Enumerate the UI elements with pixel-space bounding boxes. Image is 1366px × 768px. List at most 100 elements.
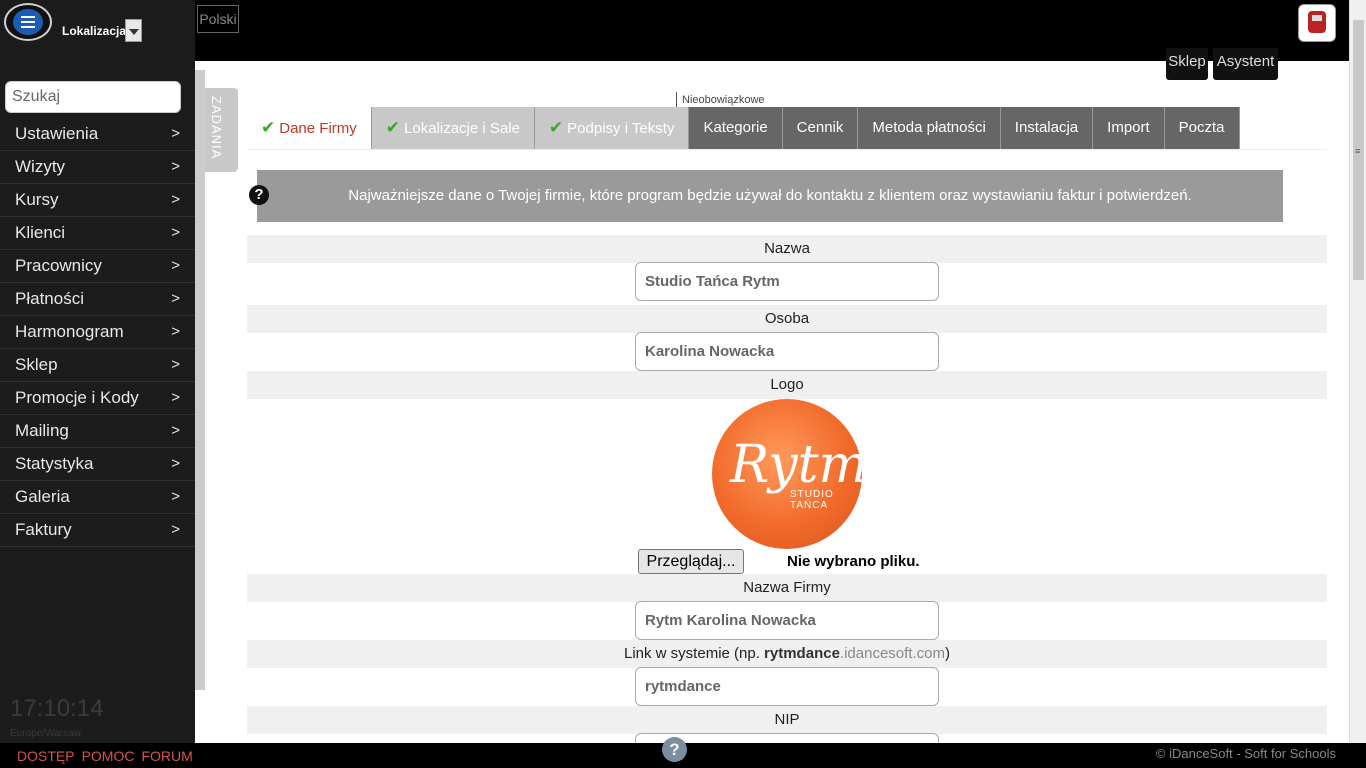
sidebar-item-faktury[interactable]: Faktury > — [0, 514, 195, 547]
check-icon: ✔ — [385, 118, 401, 137]
browse-button[interactable]: Przeglądaj... — [638, 549, 744, 574]
tab-label: Podpisy i Teksty — [567, 120, 675, 137]
link-label-subdomain: rytmdance — [764, 645, 840, 662]
no-file-text: Nie wybrano pliku. — [787, 553, 920, 570]
chevron-right-icon: > — [171, 257, 180, 274]
user-avatar-icon[interactable] — [1298, 4, 1336, 42]
sidebar-item-sklep[interactable]: Sklep > — [0, 349, 195, 382]
settings-tabs: ✔ Dane Firmy ✔ Lokalizacje i Sale ✔ Podpisy… — [247, 107, 1240, 149]
sidebar-nav: Ustawienia > Wizyty > Kursy > Klienci > Prac… — [0, 118, 195, 547]
sidebar-item-wizyty[interactable]: Wizyty > — [0, 151, 195, 184]
sidebar-item-label: Mailing — [15, 421, 69, 440]
check-icon: ✔ — [261, 118, 276, 137]
chevron-right-icon: > — [171, 191, 180, 208]
location-dropdown[interactable] — [125, 19, 142, 42]
chevron-right-icon: > — [171, 125, 180, 142]
logo-subtext: STUDIO TAŃCA — [790, 489, 834, 511]
bottom-help-icon[interactable]: ? — [662, 737, 687, 762]
sidebar-item-pracownicy[interactable]: Pracownicy > — [0, 250, 195, 283]
sidebar-item-label: Klienci — [15, 223, 66, 242]
name-label: Nazwa — [247, 235, 1327, 263]
help-link[interactable]: POMOC — [82, 748, 135, 764]
zadania-strip — [195, 70, 205, 690]
sidebar-item-promocje[interactable]: Promocje i Kody > — [0, 382, 195, 415]
chevron-right-icon: > — [171, 389, 180, 406]
tasks-tab-label: ZADANIA — [209, 96, 224, 160]
search-input[interactable] — [5, 81, 181, 113]
chevron-right-icon: > — [171, 158, 180, 175]
link-label-prefix: Link w systemie (np. — [624, 645, 765, 662]
tab-dane-firmy[interactable]: ✔ Dane Firmy — [247, 107, 372, 149]
sidebar-item-label: Harmonogram — [15, 322, 124, 341]
copyright-text: © iDanceSoft - Soft for Schools — [1155, 746, 1336, 761]
chevron-right-icon: > — [171, 455, 180, 472]
sidebar-item-mailing[interactable]: Mailing > — [0, 415, 195, 448]
chevron-right-icon: > — [171, 224, 180, 241]
check-icon: ✔ — [548, 118, 564, 137]
sidebar-item-galeria[interactable]: Galeria > — [0, 481, 195, 514]
sidebar-item-ustawienia[interactable]: Ustawienia > — [0, 118, 195, 151]
info-banner: Najważniejsze dane o Twojej firmie, któr… — [257, 170, 1283, 222]
link-label: Link w systemie (np. rytmdance.idancesof… — [247, 640, 1327, 668]
language-selector[interactable]: Polski — [197, 5, 239, 33]
clock: 17:10:14 — [10, 695, 104, 722]
sidebar-item-label: Płatności — [15, 289, 84, 308]
tab-instalacja[interactable]: Instalacja — [1000, 107, 1094, 149]
person-label: Osoba — [247, 305, 1327, 333]
sidebar: Lokalizacja Ustawienia > Wizyty > Kursy > K… — [0, 0, 195, 743]
sidebar-item-label: Promocje i Kody — [15, 388, 139, 407]
sidebar-item-label: Wizyty — [15, 157, 66, 176]
person-field[interactable]: Karolina Nowacka — [635, 332, 939, 371]
sidebar-item-label: Pracownicy — [15, 256, 102, 275]
scrollbar[interactable]: ≡ — [1349, 0, 1366, 743]
tab-cennik[interactable]: Cennik — [782, 107, 859, 149]
logo-text: Rytm — [730, 435, 862, 495]
shop-button[interactable]: Sklep — [1166, 48, 1208, 80]
company-name-field[interactable]: Rytm Karolina Nowacka — [635, 601, 939, 640]
sidebar-item-harmonogram[interactable]: Harmonogram > — [0, 316, 195, 349]
link-label-suffix: ) — [944, 645, 950, 662]
help-icon[interactable]: ? — [249, 185, 269, 205]
name-field[interactable]: Studio Tańca Rytm — [635, 262, 939, 301]
location-label: Lokalizacja — [62, 24, 127, 38]
tab-podpisy[interactable]: ✔ Podpisy i Teksty — [534, 107, 690, 149]
forum-link[interactable]: FORUM — [141, 748, 192, 764]
scrollbar-grip-icon: ≡ — [1355, 146, 1361, 156]
bottom-links: DOSTĘP POMOC FORUM — [17, 748, 200, 764]
menu-icon-circle — [13, 9, 43, 35]
optional-tabs-label: Nieobowiązkowe — [676, 92, 765, 107]
tab-metoda-platnosci[interactable]: Metoda płatności — [858, 107, 1001, 149]
nip-label: NIP — [247, 706, 1327, 734]
sidebar-item-label: Galeria — [15, 487, 70, 506]
chevron-right-icon: > — [171, 488, 180, 505]
sidebar-item-statystyka[interactable]: Statystyka > — [0, 448, 195, 481]
chevron-right-icon: > — [171, 521, 180, 538]
tab-import[interactable]: Import — [1093, 107, 1165, 149]
sidebar-item-klienci[interactable]: Klienci > — [0, 217, 195, 250]
chevron-right-icon: > — [171, 356, 180, 373]
link-field[interactable]: rytmdance — [635, 667, 939, 706]
tab-poczta[interactable]: Poczta — [1164, 107, 1240, 149]
company-name-label: Nazwa Firmy — [247, 574, 1327, 602]
company-logo: Rytm STUDIO TAŃCA — [712, 399, 862, 549]
chevron-right-icon: > — [171, 422, 180, 439]
chevron-right-icon: > — [171, 290, 180, 307]
sidebar-item-label: Kursy — [15, 190, 59, 209]
sidebar-item-platnosci[interactable]: Płatności > — [0, 283, 195, 316]
tab-label: Dane Firmy — [279, 120, 357, 137]
timezone-label: Europe/Warsaw — [10, 728, 81, 739]
tab-kategorie[interactable]: Kategorie — [689, 107, 783, 149]
hamburger-menu-icon[interactable] — [4, 3, 52, 41]
sidebar-item-label: Ustawienia — [15, 124, 99, 143]
chevron-right-icon: > — [171, 323, 180, 340]
link-label-domain: .idancesoft.com — [839, 645, 945, 662]
sidebar-item-label: Faktury — [15, 520, 72, 539]
assistant-button[interactable]: Asystent — [1213, 48, 1278, 80]
tab-lokalizacje[interactable]: ✔ Lokalizacje i Sale — [371, 107, 535, 149]
sidebar-item-kursy[interactable]: Kursy > — [0, 184, 195, 217]
sidebar-item-label: Statystyka — [15, 454, 94, 473]
access-link[interactable]: DOSTĘP — [17, 748, 75, 764]
tab-label: Lokalizacje i Sale — [404, 120, 520, 137]
sidebar-item-label: Sklep — [15, 355, 58, 374]
tasks-tab[interactable]: ZADANIA — [205, 88, 238, 172]
